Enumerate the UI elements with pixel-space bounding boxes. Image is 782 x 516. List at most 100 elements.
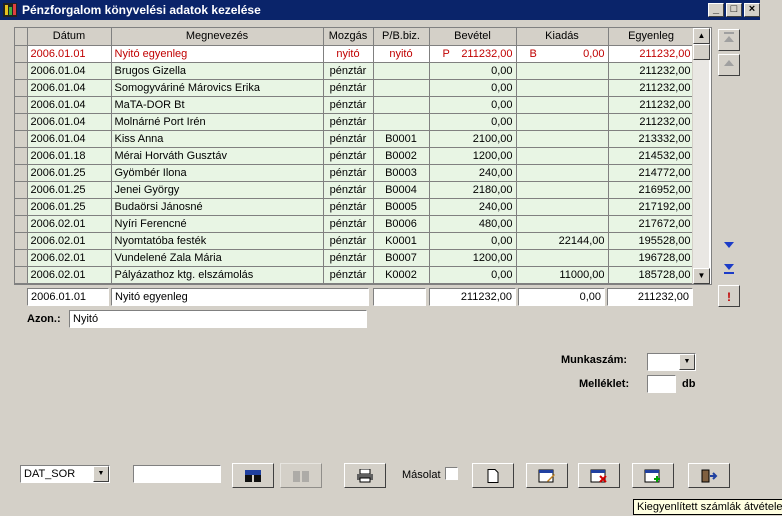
cell-movement[interactable]: pénztár [323, 113, 374, 131]
cell-expense[interactable] [516, 198, 609, 216]
cell-date[interactable]: 2006.02.01 [27, 215, 112, 233]
cell-name[interactable]: Jenei György [111, 181, 324, 199]
edit-income-field[interactable]: 211232,00 [429, 288, 516, 306]
cell-expense[interactable] [516, 164, 609, 182]
delete-record-button[interactable] [578, 463, 620, 488]
cell-expense[interactable]: 11000,00 [516, 266, 609, 284]
table-row[interactable]: 2006.01.04 MaTA-DOR Bt pénztár 0,00 211232,0… [15, 96, 695, 114]
scroll-thumb[interactable] [693, 44, 710, 60]
cell-name[interactable]: Gyömbér Ilona [111, 164, 324, 182]
cell-voucher[interactable]: K0002 [373, 266, 430, 284]
alert-button[interactable]: ! [718, 285, 740, 307]
table-row[interactable]: 2006.02.01 Nyomtatóba festék pénztár K0001 0… [15, 232, 695, 250]
table-row[interactable]: 2006.02.01 Nyíri Ferencné pénztár B0006 480,… [15, 215, 695, 233]
cell-balance[interactable]: 196728,00 [608, 249, 695, 267]
cell-income[interactable]: 2100,00 [429, 130, 517, 148]
cell-income[interactable]: 0,00 [429, 79, 517, 97]
edit-expense-field[interactable]: 0,00 [518, 288, 605, 306]
scroll-up-icon[interactable]: ▲ [693, 28, 710, 44]
cell-income[interactable]: 0,00 [429, 62, 517, 80]
cell-income[interactable]: 2180,00 [429, 181, 517, 199]
minimize-button[interactable]: _ [708, 3, 724, 17]
exit-button[interactable] [688, 463, 730, 488]
cell-name[interactable]: Nyitó egyenleg [111, 45, 324, 63]
cell-name[interactable]: Vundelené Zala Mária [111, 249, 324, 267]
close-button[interactable]: × [744, 3, 760, 17]
cell-balance[interactable]: 214532,00 [608, 147, 695, 165]
cell-movement[interactable]: pénztár [323, 181, 374, 199]
cell-movement[interactable]: pénztár [323, 266, 374, 284]
cell-date[interactable]: 2006.01.04 [27, 96, 112, 114]
cell-income[interactable]: 240,00 [429, 164, 517, 182]
search-input[interactable] [133, 465, 221, 483]
accept-settled-invoices-button[interactable] [632, 463, 674, 488]
cell-balance[interactable]: 213332,00 [608, 130, 695, 148]
cell-voucher[interactable] [373, 113, 430, 131]
col-header-date[interactable]: Dátum [27, 28, 112, 46]
cell-income[interactable]: 0,00 [429, 96, 517, 114]
cell-expense[interactable] [516, 147, 609, 165]
sort-dropdown-icon[interactable]: ▼ [93, 466, 109, 482]
cell-voucher[interactable]: B0004 [373, 181, 430, 199]
cell-balance[interactable]: 185728,00 [608, 266, 695, 284]
cell-income[interactable]: 0,00 [429, 113, 517, 131]
cell-balance[interactable]: 216952,00 [608, 181, 695, 199]
edit-date-field[interactable]: 2006.01.01 [27, 288, 109, 306]
cell-income[interactable]: 1200,00 [429, 249, 517, 267]
cell-movement[interactable]: pénztár [323, 164, 374, 182]
edit-name-field[interactable]: Nyitó egyenleg [111, 288, 369, 306]
scroll-down-icon[interactable]: ▼ [693, 268, 710, 284]
cell-movement[interactable]: pénztár [323, 130, 374, 148]
cell-balance[interactable]: 211232,00 [608, 62, 695, 80]
table-row[interactable]: 2006.02.01 Pályázathoz ktg. elszámolás pén… [15, 266, 695, 284]
cell-income[interactable]: 480,00 [429, 215, 517, 233]
print-button[interactable] [344, 463, 386, 488]
restore-button[interactable]: □ [726, 3, 742, 17]
last-record-button[interactable] [718, 260, 740, 282]
edit-record-button[interactable] [526, 463, 568, 488]
cell-date[interactable]: 2006.01.04 [27, 79, 112, 97]
cell-movement[interactable]: pénztár [323, 249, 374, 267]
ledger-grid[interactable]: Dátum Megnevezés Mozgás P/B.biz. Bevétel… [14, 27, 712, 285]
first-record-button[interactable] [718, 29, 740, 51]
cell-voucher[interactable] [373, 62, 430, 80]
cell-balance[interactable]: 195528,00 [608, 232, 695, 250]
cell-income[interactable]: P 211232,00 [429, 45, 517, 63]
table-row[interactable]: 2006.01.04 Kiss Anna pénztár B0001 2100,00 21… [15, 130, 695, 148]
cell-name[interactable]: Budaörsi Jánosné [111, 198, 324, 216]
cell-balance[interactable]: 211232,00 [608, 45, 695, 63]
cell-voucher[interactable] [373, 96, 430, 114]
cell-balance[interactable]: 217192,00 [608, 198, 695, 216]
cell-expense[interactable] [516, 62, 609, 80]
cell-voucher[interactable] [373, 79, 430, 97]
copy-checkbox[interactable] [445, 467, 458, 480]
cell-voucher[interactable]: B0007 [373, 249, 430, 267]
new-record-button[interactable] [472, 463, 514, 488]
cell-movement[interactable]: nyitó [323, 45, 374, 63]
cell-name[interactable]: Kiss Anna [111, 130, 324, 148]
cell-expense[interactable] [516, 96, 609, 114]
table-row[interactable]: 2006.01.18 Mérai Horváth Gusztáv pénztár B0… [15, 147, 695, 165]
cell-expense[interactable] [516, 113, 609, 131]
col-header-movement[interactable]: Mozgás [323, 28, 374, 46]
cell-name[interactable]: Mérai Horváth Gusztáv [111, 147, 324, 165]
cell-name[interactable]: Somogyváriné Márovics Erika [111, 79, 324, 97]
cell-voucher[interactable]: B0002 [373, 147, 430, 165]
edit-balance-field[interactable]: 211232,00 [607, 288, 693, 306]
cell-movement[interactable]: pénztár [323, 198, 374, 216]
cell-expense[interactable]: 22144,00 [516, 232, 609, 250]
cell-date[interactable]: 2006.02.01 [27, 249, 112, 267]
cell-expense[interactable] [516, 79, 609, 97]
prev-record-button[interactable] [718, 54, 740, 76]
find-next-button[interactable] [280, 463, 322, 488]
cell-expense[interactable] [516, 215, 609, 233]
col-header-name[interactable]: Megnevezés [111, 28, 324, 46]
cell-name[interactable]: Pályázathoz ktg. elszámolás [111, 266, 324, 284]
table-row[interactable]: 2006.02.01 Vundelené Zala Mária pénztár B00… [15, 249, 695, 267]
cell-voucher[interactable]: K0001 [373, 232, 430, 250]
cell-movement[interactable]: pénztár [323, 232, 374, 250]
table-row[interactable]: 2006.01.25 Budaörsi Jánosné pénztár B0005 24… [15, 198, 695, 216]
cell-voucher[interactable]: nyitó [373, 45, 430, 63]
cell-expense[interactable] [516, 181, 609, 199]
cell-movement[interactable]: pénztár [323, 79, 374, 97]
